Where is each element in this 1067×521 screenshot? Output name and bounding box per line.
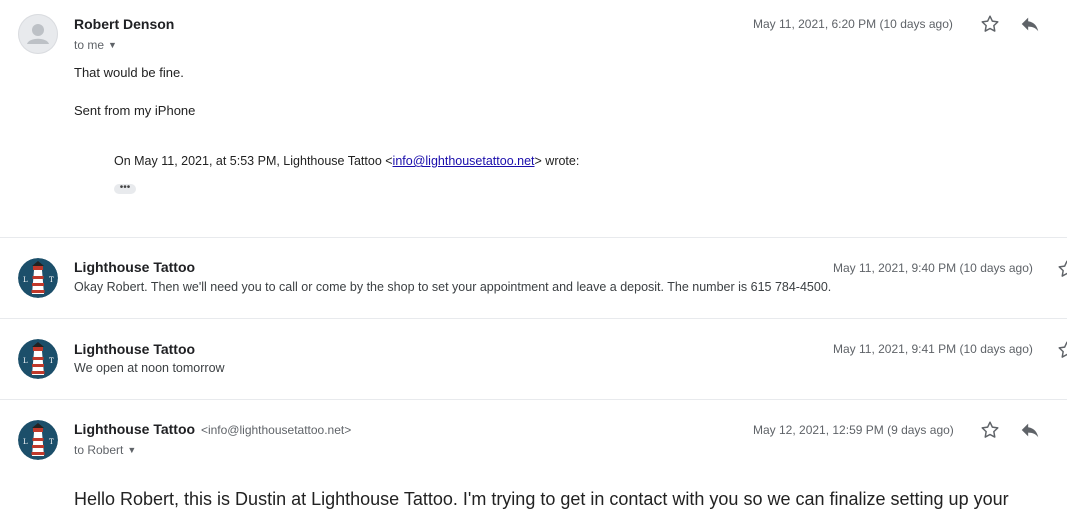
svg-text:T: T	[49, 357, 54, 365]
chevron-down-icon: ▼	[127, 445, 137, 455]
sender-avatar[interactable]: L T	[18, 420, 58, 460]
recipient-label: to Robert	[74, 443, 124, 457]
reply-icon[interactable]	[1019, 13, 1041, 35]
sender-avatar[interactable]: L T	[18, 339, 58, 379]
message-body-line: Hello Robert, this is Dustin at Lighthou…	[74, 489, 1009, 509]
body-line: That would be fine.	[74, 65, 184, 80]
message-robert-denson: Robert Denson to me ▼ May 11, 2021, 6:20 …	[0, 0, 1067, 237]
lighthouse-logo-icon: L T	[18, 258, 58, 298]
svg-text:L: L	[23, 357, 28, 365]
star-icon[interactable]	[1056, 258, 1067, 280]
chevron-down-icon: ▼	[108, 40, 117, 50]
message-snippet: We open at noon tomorrow	[74, 361, 225, 375]
sender-name[interactable]: Robert Denson	[74, 16, 174, 32]
svg-text:T: T	[49, 438, 54, 446]
quote-suffix: > wrote:	[534, 154, 580, 168]
recipient-toggle[interactable]: to me ▼	[74, 38, 117, 52]
message-collapsed[interactable]: L T Lighthouse Tattoo May 11, 2021, 9:41…	[0, 319, 1067, 399]
sender-avatar[interactable]	[18, 14, 58, 54]
quote-email-link[interactable]: info@lighthousetattoo.net	[393, 154, 535, 168]
svg-text:T: T	[49, 276, 54, 284]
star-icon[interactable]	[979, 419, 1001, 441]
reply-icon[interactable]	[1019, 419, 1041, 441]
sender-name[interactable]: Lighthouse Tattoo	[74, 259, 195, 275]
message-date: May 11, 2021, 9:40 PM (10 days ago)	[833, 261, 1033, 275]
quote-header: On May 11, 2021, at 5:53 PM, Lighthouse …	[114, 154, 579, 168]
lighthouse-logo-icon: L T	[18, 339, 58, 379]
message-lighthouse-tattoo-expanded: L T Lighthouse Tattoo <info@lighthouseta…	[0, 400, 1067, 521]
star-icon[interactable]	[979, 13, 1001, 35]
body-line: Sent from my iPhone	[74, 103, 196, 118]
recipient-toggle[interactable]: to Robert ▼	[74, 443, 136, 457]
star-icon[interactable]	[1056, 339, 1067, 361]
sender-name-text: Lighthouse Tattoo	[74, 421, 196, 437]
message-collapsed[interactable]: L T Lighthouse Tattoo May 11, 2021, 9:40…	[0, 238, 1067, 318]
message-date: May 11, 2021, 6:20 PM (10 days ago)	[753, 17, 953, 31]
message-snippet: Okay Robert. Then we'll need you to call…	[74, 280, 832, 294]
show-trimmed-content-button[interactable]: •••	[114, 183, 136, 194]
svg-text:L: L	[23, 438, 28, 446]
sender-email: <info@lighthousetattoo.net>	[200, 423, 352, 437]
person-icon	[27, 24, 49, 44]
recipient-label: to me	[74, 38, 105, 52]
quote-prefix: On May 11, 2021, at 5:53 PM, Lighthouse …	[114, 154, 393, 168]
sender-name[interactable]: Lighthouse Tattoo <info@lighthousetattoo…	[74, 421, 351, 437]
sender-avatar[interactable]: L T	[18, 258, 58, 298]
sender-name[interactable]: Lighthouse Tattoo	[74, 341, 195, 357]
message-date: May 12, 2021, 12:59 PM (9 days ago)	[753, 423, 954, 437]
svg-text:L: L	[23, 276, 28, 284]
message-date: May 11, 2021, 9:41 PM (10 days ago)	[833, 342, 1033, 356]
lighthouse-logo-icon: L T	[18, 420, 58, 460]
